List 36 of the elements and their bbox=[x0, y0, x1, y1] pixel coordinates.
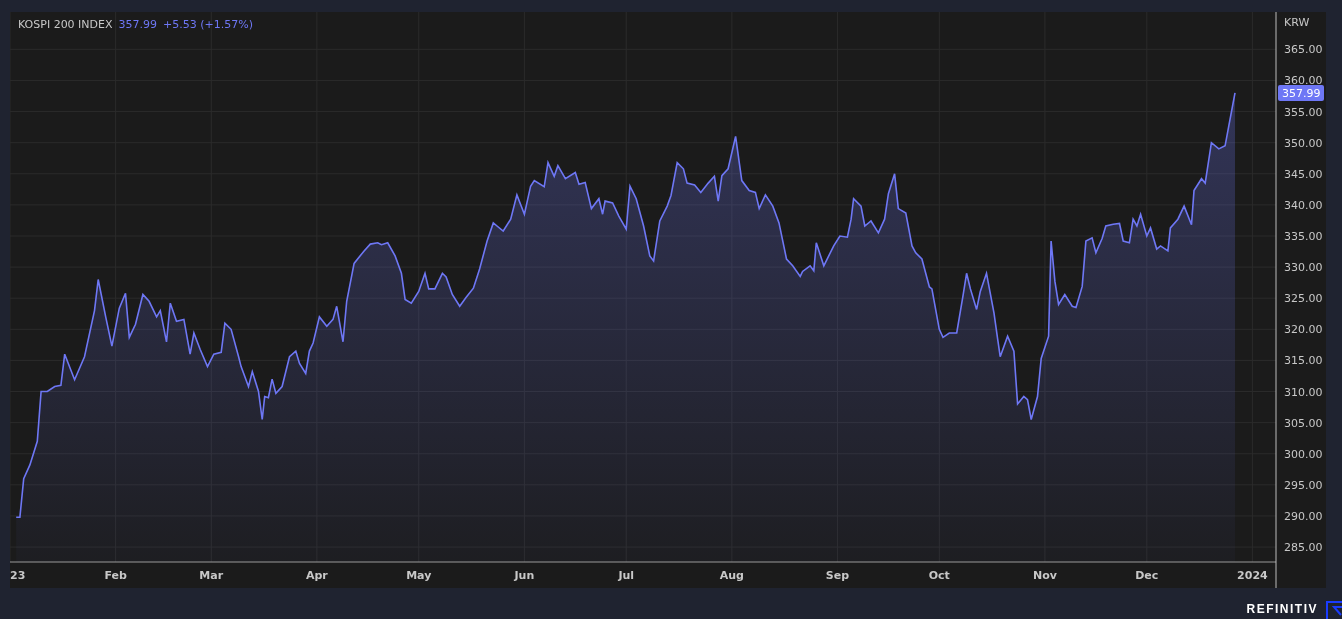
brand-logo-text: REFINITIV bbox=[1246, 602, 1318, 616]
axis-tick-label: 285.00 bbox=[1284, 541, 1323, 555]
axis-tick-label: 335.00 bbox=[1284, 230, 1323, 243]
axis-tick-label: 290.00 bbox=[1284, 509, 1323, 523]
axis-tick-label: 310.00 bbox=[1284, 385, 1323, 399]
axis-tick-label: Dec bbox=[1135, 569, 1159, 582]
axis-tick-label: Sep bbox=[825, 569, 850, 582]
last-price-tag: 357.99 bbox=[1278, 84, 1324, 101]
axis-tick-label: Mar bbox=[199, 569, 224, 582]
axis-tick-label: 305.00 bbox=[1284, 416, 1323, 430]
axis-tick-label: 340.00 bbox=[1284, 198, 1323, 212]
axis-tick-label: 2024 bbox=[1237, 569, 1268, 582]
axis-tick-label: May bbox=[406, 569, 432, 582]
axis-tick-label: Nov bbox=[1032, 569, 1057, 582]
logo-icon bbox=[1326, 601, 1342, 619]
axis-tick-label: Feb bbox=[104, 569, 127, 582]
axis-tick-label: 365.00 bbox=[1284, 43, 1323, 57]
axis-tick-label: 325.00 bbox=[1284, 292, 1323, 306]
axis-tick-label: 355.00 bbox=[1284, 105, 1323, 119]
axis-tick-label: Jun bbox=[514, 569, 535, 582]
currency-label: KRW bbox=[1284, 16, 1310, 29]
axis-tick-label: 315.00 bbox=[1284, 354, 1323, 368]
axis-tick-label: 320.00 bbox=[1284, 323, 1323, 337]
axis-tick-label: Oct bbox=[928, 569, 950, 582]
axis-tick-label: Aug bbox=[719, 569, 744, 582]
last-price: 357.99 bbox=[118, 18, 158, 31]
axis-tick-label: 295.00 bbox=[1284, 478, 1323, 492]
axis-tick-label: Apr bbox=[305, 569, 328, 582]
axis-tick-label: 330.00 bbox=[1284, 261, 1323, 275]
index-name: KOSPI 200 INDEX bbox=[18, 18, 113, 31]
axis-tick-label: Jul bbox=[618, 569, 635, 582]
axis-tick-label: 300.00 bbox=[1284, 447, 1323, 461]
axis-tick-label: 345.00 bbox=[1284, 167, 1323, 181]
axis-tick-label: 350.00 bbox=[1284, 136, 1323, 150]
price-change: +5.53 (+1.57%) bbox=[163, 18, 253, 31]
axis-tick-label: 23 bbox=[10, 569, 26, 582]
